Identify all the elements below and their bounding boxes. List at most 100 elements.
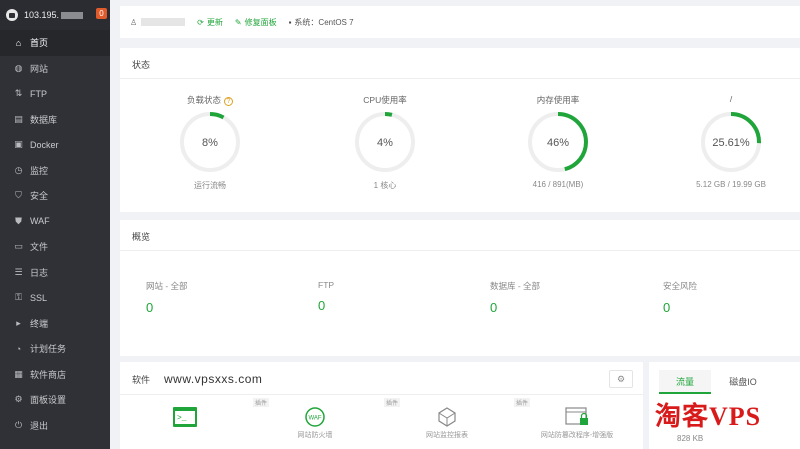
report-app-icon: [438, 407, 456, 427]
sidebar-item-6[interactable]: ⛉ 安全: [0, 183, 110, 209]
gauge-ring: 25.61%: [701, 112, 761, 172]
logout-icon: ⏻: [14, 419, 23, 430]
folder-icon: ▭: [14, 241, 23, 252]
monitor-icon: ◷: [14, 164, 23, 175]
software-item-report[interactable]: 插件 网站监控报表: [382, 398, 512, 440]
gear-icon: ⚙: [616, 374, 626, 384]
sidebar-item-label: Docker: [30, 139, 59, 150]
gauge-subtitle: 416 / 891(MB): [532, 180, 584, 189]
gauge-title: 负载状态?: [150, 94, 270, 108]
software-title: 软件: [132, 374, 151, 385]
sidebar-item-11[interactable]: ▸ 终端: [0, 311, 110, 337]
divider: [120, 394, 643, 395]
gauge-title: /: [671, 94, 791, 108]
sidebar-item-15[interactable]: ⏻ 退出: [0, 413, 110, 439]
overview-label: 数据库 - 全部: [490, 281, 541, 291]
system-label: 系统：CentOS 7: [294, 17, 354, 27]
gauge-1[interactable]: CPU使用率 4% 1 核心: [325, 94, 445, 191]
system-info: ▪ 系统：CentOS 7: [289, 17, 354, 28]
gauge-title-text: 负载状态: [186, 95, 221, 105]
gauge-value: 25.61%: [712, 137, 750, 149]
status-panel: 状态 负载状态? 8% 运行流畅 CPU使用率 4% 1 核心 内存使用率 46% 416 / …: [120, 48, 800, 212]
repair-panel-link[interactable]: ✎ 修复面板: [235, 17, 277, 28]
gauge-subtitle: 运行流畅: [194, 181, 226, 190]
brand-watermark: 淘客VPS: [655, 402, 762, 431]
log-icon: ☰: [14, 266, 23, 277]
sidebar-item-4[interactable]: ▣ Docker: [0, 132, 110, 158]
overview-value: 0: [318, 298, 326, 313]
sidebar-item-label: 软件商店: [30, 369, 67, 380]
sidebar-item-label: 面板设置: [30, 395, 67, 406]
repair-link-label: 修复面板: [244, 17, 277, 27]
plugin-tag: 插件: [253, 398, 270, 407]
sidebar-item-label: 退出: [30, 420, 49, 431]
sidebar-item-label: 终端: [30, 318, 49, 329]
sidebar-item-5[interactable]: ◷ 监控: [0, 158, 110, 184]
tab-traffic[interactable]: 流量: [659, 370, 711, 394]
sidebar-item-2[interactable]: ⇅ FTP: [0, 81, 110, 107]
update-link[interactable]: ⟳ 更新: [197, 17, 223, 28]
overview-item-ftp[interactable]: FTP 0: [318, 280, 468, 313]
gauge-0[interactable]: 负载状态? 8% 运行流畅: [150, 94, 270, 191]
globe-icon: ◍: [14, 62, 23, 73]
divider: [120, 250, 800, 251]
overview-item-security-risk[interactable]: 安全风险 0: [663, 280, 800, 315]
svg-text:WAF: WAF: [308, 416, 321, 422]
docker-icon: ▣: [14, 139, 23, 150]
notification-badge[interactable]: 0: [96, 8, 107, 19]
sidebar-item-label: SSL: [30, 292, 48, 303]
traffic-tabs: 流量 磁盘IO: [659, 370, 775, 394]
software-name: 网站防火墙: [297, 432, 333, 439]
top-bar: ♙ ⟳ 更新 ✎ 修复面板 ▪ 系统：CentOS 7: [120, 6, 800, 38]
sidebar-item-label: 安全: [30, 191, 49, 202]
tab-disk-io[interactable]: 磁盘IO: [717, 370, 769, 394]
status-title: 状态: [132, 60, 151, 70]
software-item-waf[interactable]: 插件 WAF 网站防火墙: [250, 398, 380, 440]
overview-item-database[interactable]: 数据库 - 全部 0: [490, 280, 640, 315]
waf-app-icon: WAF: [305, 407, 325, 427]
gauge-value: 8%: [202, 137, 218, 149]
overview-item-sites[interactable]: 网站 - 全部 0: [146, 280, 296, 315]
gauge-subtitle: 1 核心: [373, 181, 397, 190]
sidebar-item-label: 监控: [30, 165, 49, 176]
database-icon: ▤: [14, 113, 23, 124]
software-item-tamper[interactable]: 插件 网站防篡改程序-增强版: [512, 398, 642, 440]
sidebar-item-label: 网站: [30, 63, 49, 74]
sidebar-item-10[interactable]: ⚿ SSL: [0, 285, 110, 311]
panel-logo-icon: [6, 9, 18, 21]
sidebar-item-3[interactable]: ▤ 数据库: [0, 107, 110, 133]
ftp-icon: ⇅: [14, 88, 23, 99]
sidebar-item-label: 日志: [30, 267, 49, 278]
update-link-label: 更新: [206, 17, 223, 27]
help-icon[interactable]: ?: [224, 97, 233, 106]
sidebar-item-14[interactable]: ⚙ 面板设置: [0, 387, 110, 413]
gauge-2[interactable]: 内存使用率 46% 416 / 891(MB): [498, 94, 618, 189]
overview-value: 0: [490, 300, 498, 315]
sidebar-item-0[interactable]: ⌂ 首页: [0, 30, 110, 56]
ssl-icon: ⚿: [15, 292, 22, 303]
store-icon: ▦: [14, 368, 23, 379]
gauge-subtitle: 5.12 GB / 19.99 GB: [696, 180, 766, 189]
sidebar-item-1[interactable]: ◍ 网站: [0, 56, 110, 82]
clock-icon: ◔: [15, 343, 22, 354]
sidebar-item-7[interactable]: ⛊ WAF: [0, 209, 110, 235]
gauge-3[interactable]: / 25.61% 5.12 GB / 19.99 GB: [671, 94, 791, 189]
sidebar-item-label: FTP: [30, 88, 47, 99]
traffic-value: 828 KB: [677, 434, 704, 443]
sidebar-item-12[interactable]: ◔ 计划任务: [0, 336, 110, 362]
software-panel: 软件 www.vpsxxs.com ⚙ >_ 插件 WAF 网站防火墙 插件 网…: [120, 362, 643, 449]
gauge-title: 内存使用率: [498, 94, 618, 108]
software-header: 软件 www.vpsxxs.com: [132, 372, 262, 386]
gauge-value: 46%: [547, 137, 569, 149]
sidebar-item-8[interactable]: ▭ 文件: [0, 234, 110, 260]
sidebar-item-9[interactable]: ☰ 日志: [0, 260, 110, 286]
software-name: 网站防篡改程序-增强版: [540, 432, 614, 439]
software-settings-button[interactable]: ⚙: [609, 370, 633, 388]
overview-value: 0: [663, 300, 671, 315]
gear-icon: ⚙: [14, 394, 23, 405]
ip-redaction: [61, 11, 84, 19]
divider: [120, 78, 800, 79]
user-info: ♙: [130, 18, 186, 27]
software-item-terminal[interactable]: >_: [120, 398, 250, 428]
sidebar-item-13[interactable]: ▦ 软件商店: [0, 362, 110, 388]
